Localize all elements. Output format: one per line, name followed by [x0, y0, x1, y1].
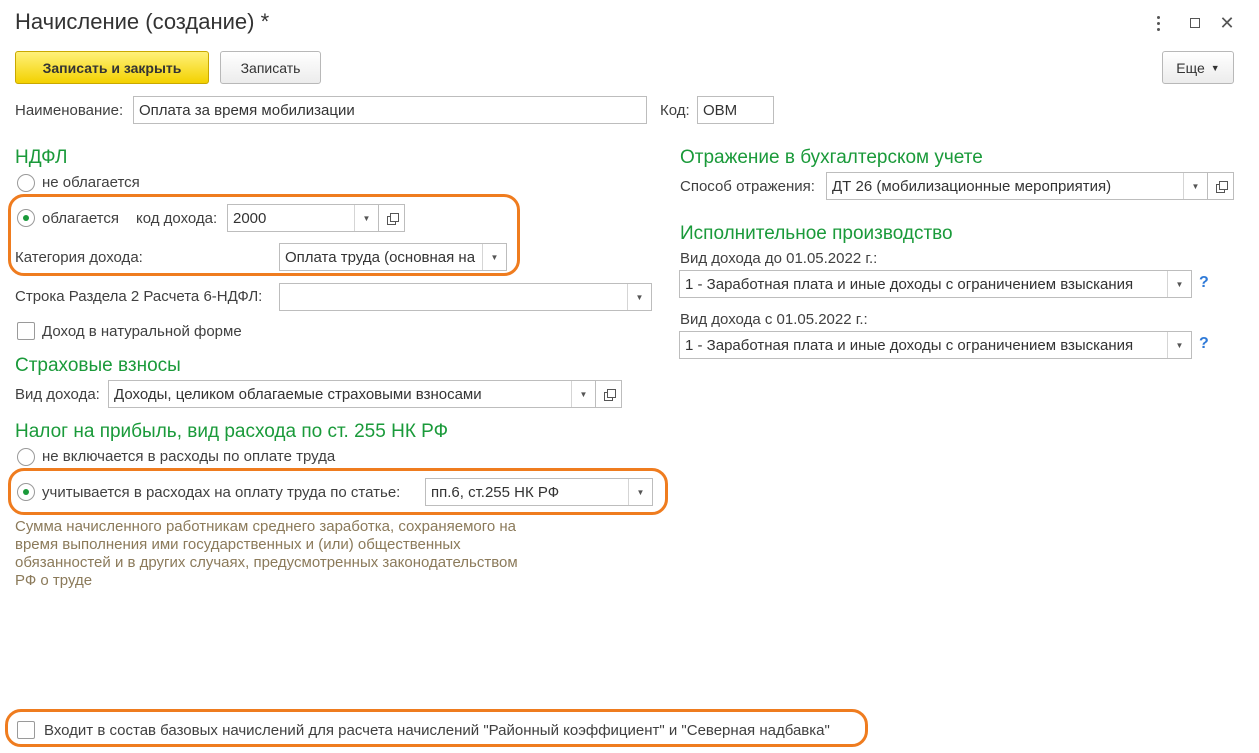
- code-label: Код:: [660, 102, 690, 119]
- insurance-section-title: Страховые взносы: [15, 355, 181, 376]
- profit-tax-section-title: Налог на прибыль, вид расхода по ст. 255…: [15, 421, 449, 442]
- insurance-income-type-select[interactable]: Доходы, целиком облагаемые страховыми вз…: [108, 380, 596, 408]
- profit-not-included-radio[interactable]: [17, 448, 35, 466]
- chevron-down-icon[interactable]: ▼: [354, 205, 378, 231]
- enforcement-after-select[interactable]: 1 - Заработная плата и иные доходы с огр…: [679, 331, 1192, 359]
- accounting-section-title: Отражение в бухгалтерском учете: [680, 147, 983, 168]
- chevron-down-icon[interactable]: ▼: [627, 284, 651, 310]
- open-income-code-button[interactable]: [379, 204, 405, 232]
- open-form-icon: [1215, 181, 1228, 193]
- income-code-select[interactable]: 2000 ▼: [227, 204, 379, 232]
- insurance-income-type-label: Вид дохода:: [15, 386, 100, 403]
- name-value: Оплата за время мобилизации: [139, 101, 355, 119]
- name-input[interactable]: Оплата за время мобилизации: [133, 96, 647, 124]
- ndfl-not-taxed-radio[interactable]: [17, 174, 35, 192]
- accounting-method-value: ДТ 26 (мобилизационные мероприятия): [832, 177, 1112, 195]
- open-form-icon: [603, 389, 616, 401]
- code-input[interactable]: ОВМ: [697, 96, 774, 124]
- enforcement-after-label: Вид дохода с 01.05.2022 г.:: [680, 311, 868, 328]
- ndfl-taxed-label[interactable]: облагается: [42, 210, 119, 227]
- close-icon[interactable]: ✕: [1216, 12, 1238, 34]
- chevron-down-icon: ▼: [1210, 62, 1220, 73]
- ndfl-not-taxed-label[interactable]: не облагается: [42, 174, 140, 191]
- accounting-method-select[interactable]: ДТ 26 (мобилизационные мероприятия) ▼: [826, 172, 1208, 200]
- base-accrual-label[interactable]: Входит в состав базовых начислений для р…: [44, 722, 830, 739]
- in-kind-label[interactable]: Доход в натуральной форме: [42, 323, 242, 340]
- more-vertical-icon[interactable]: [1147, 12, 1169, 34]
- help-icon[interactable]: ?: [1199, 335, 1209, 353]
- more-button[interactable]: Еще ▼: [1162, 51, 1234, 84]
- income-code-value: 2000: [233, 209, 267, 227]
- ndfl-taxed-radio[interactable]: [17, 209, 35, 227]
- income-code-label: код дохода:: [136, 210, 218, 227]
- profit-tax-note: Сумма начисленного работникам среднего з…: [15, 518, 518, 589]
- chevron-down-icon[interactable]: ▼: [1167, 332, 1191, 358]
- open-insurance-income-type-button[interactable]: [596, 380, 622, 408]
- base-accrual-checkbox[interactable]: [17, 721, 35, 739]
- in-kind-checkbox[interactable]: [17, 322, 35, 340]
- help-icon[interactable]: ?: [1199, 274, 1209, 292]
- open-accounting-method-button[interactable]: [1208, 172, 1234, 200]
- chevron-down-icon[interactable]: ▼: [1183, 173, 1207, 199]
- enforcement-before-value: 1 - Заработная плата и иные доходы с огр…: [685, 275, 1134, 293]
- profit-included-radio[interactable]: [17, 483, 35, 501]
- row-6ndfl-label: Строка Раздела 2 Расчета 6-НДФЛ:: [15, 288, 263, 305]
- insurance-income-type-value: Доходы, целиком облагаемые страховыми вз…: [114, 385, 482, 403]
- chevron-down-icon[interactable]: ▼: [628, 479, 652, 505]
- more-button-label: Еще: [1176, 59, 1205, 76]
- chevron-down-icon[interactable]: ▼: [482, 244, 506, 270]
- open-form-icon: [386, 213, 399, 225]
- income-category-select[interactable]: Оплата труда (основная на ▼: [279, 243, 507, 271]
- accounting-method-label: Способ отражения:: [680, 178, 815, 195]
- profit-article-select[interactable]: пп.6, ст.255 НК РФ ▼: [425, 478, 653, 506]
- profit-article-value: пп.6, ст.255 НК РФ: [431, 483, 560, 501]
- income-category-value: Оплата труда (основная на: [285, 248, 476, 266]
- enforcement-before-label: Вид дохода до 01.05.2022 г.:: [680, 250, 878, 267]
- profit-not-included-label[interactable]: не включается в расходы по оплате труда: [42, 448, 335, 465]
- code-value: ОВМ: [703, 101, 738, 119]
- income-category-label: Категория дохода:: [15, 249, 143, 266]
- name-label: Наименование:: [15, 102, 124, 119]
- maximize-icon[interactable]: [1184, 12, 1206, 34]
- row-6ndfl-select[interactable]: ▼: [279, 283, 652, 311]
- profit-included-label[interactable]: учитывается в расходах на оплату труда п…: [42, 484, 400, 501]
- ndfl-section-title: НДФЛ: [15, 147, 68, 168]
- enforcement-section-title: Исполнительное производство: [680, 223, 953, 244]
- enforcement-before-select[interactable]: 1 - Заработная плата и иные доходы с огр…: [679, 270, 1192, 298]
- page-title: Начисление (создание) *: [15, 9, 270, 34]
- save-button[interactable]: Записать: [220, 51, 321, 84]
- save-and-close-button[interactable]: Записать и закрыть: [15, 51, 209, 84]
- enforcement-after-value: 1 - Заработная плата и иные доходы с огр…: [685, 336, 1134, 354]
- chevron-down-icon[interactable]: ▼: [571, 381, 595, 407]
- chevron-down-icon[interactable]: ▼: [1167, 271, 1191, 297]
